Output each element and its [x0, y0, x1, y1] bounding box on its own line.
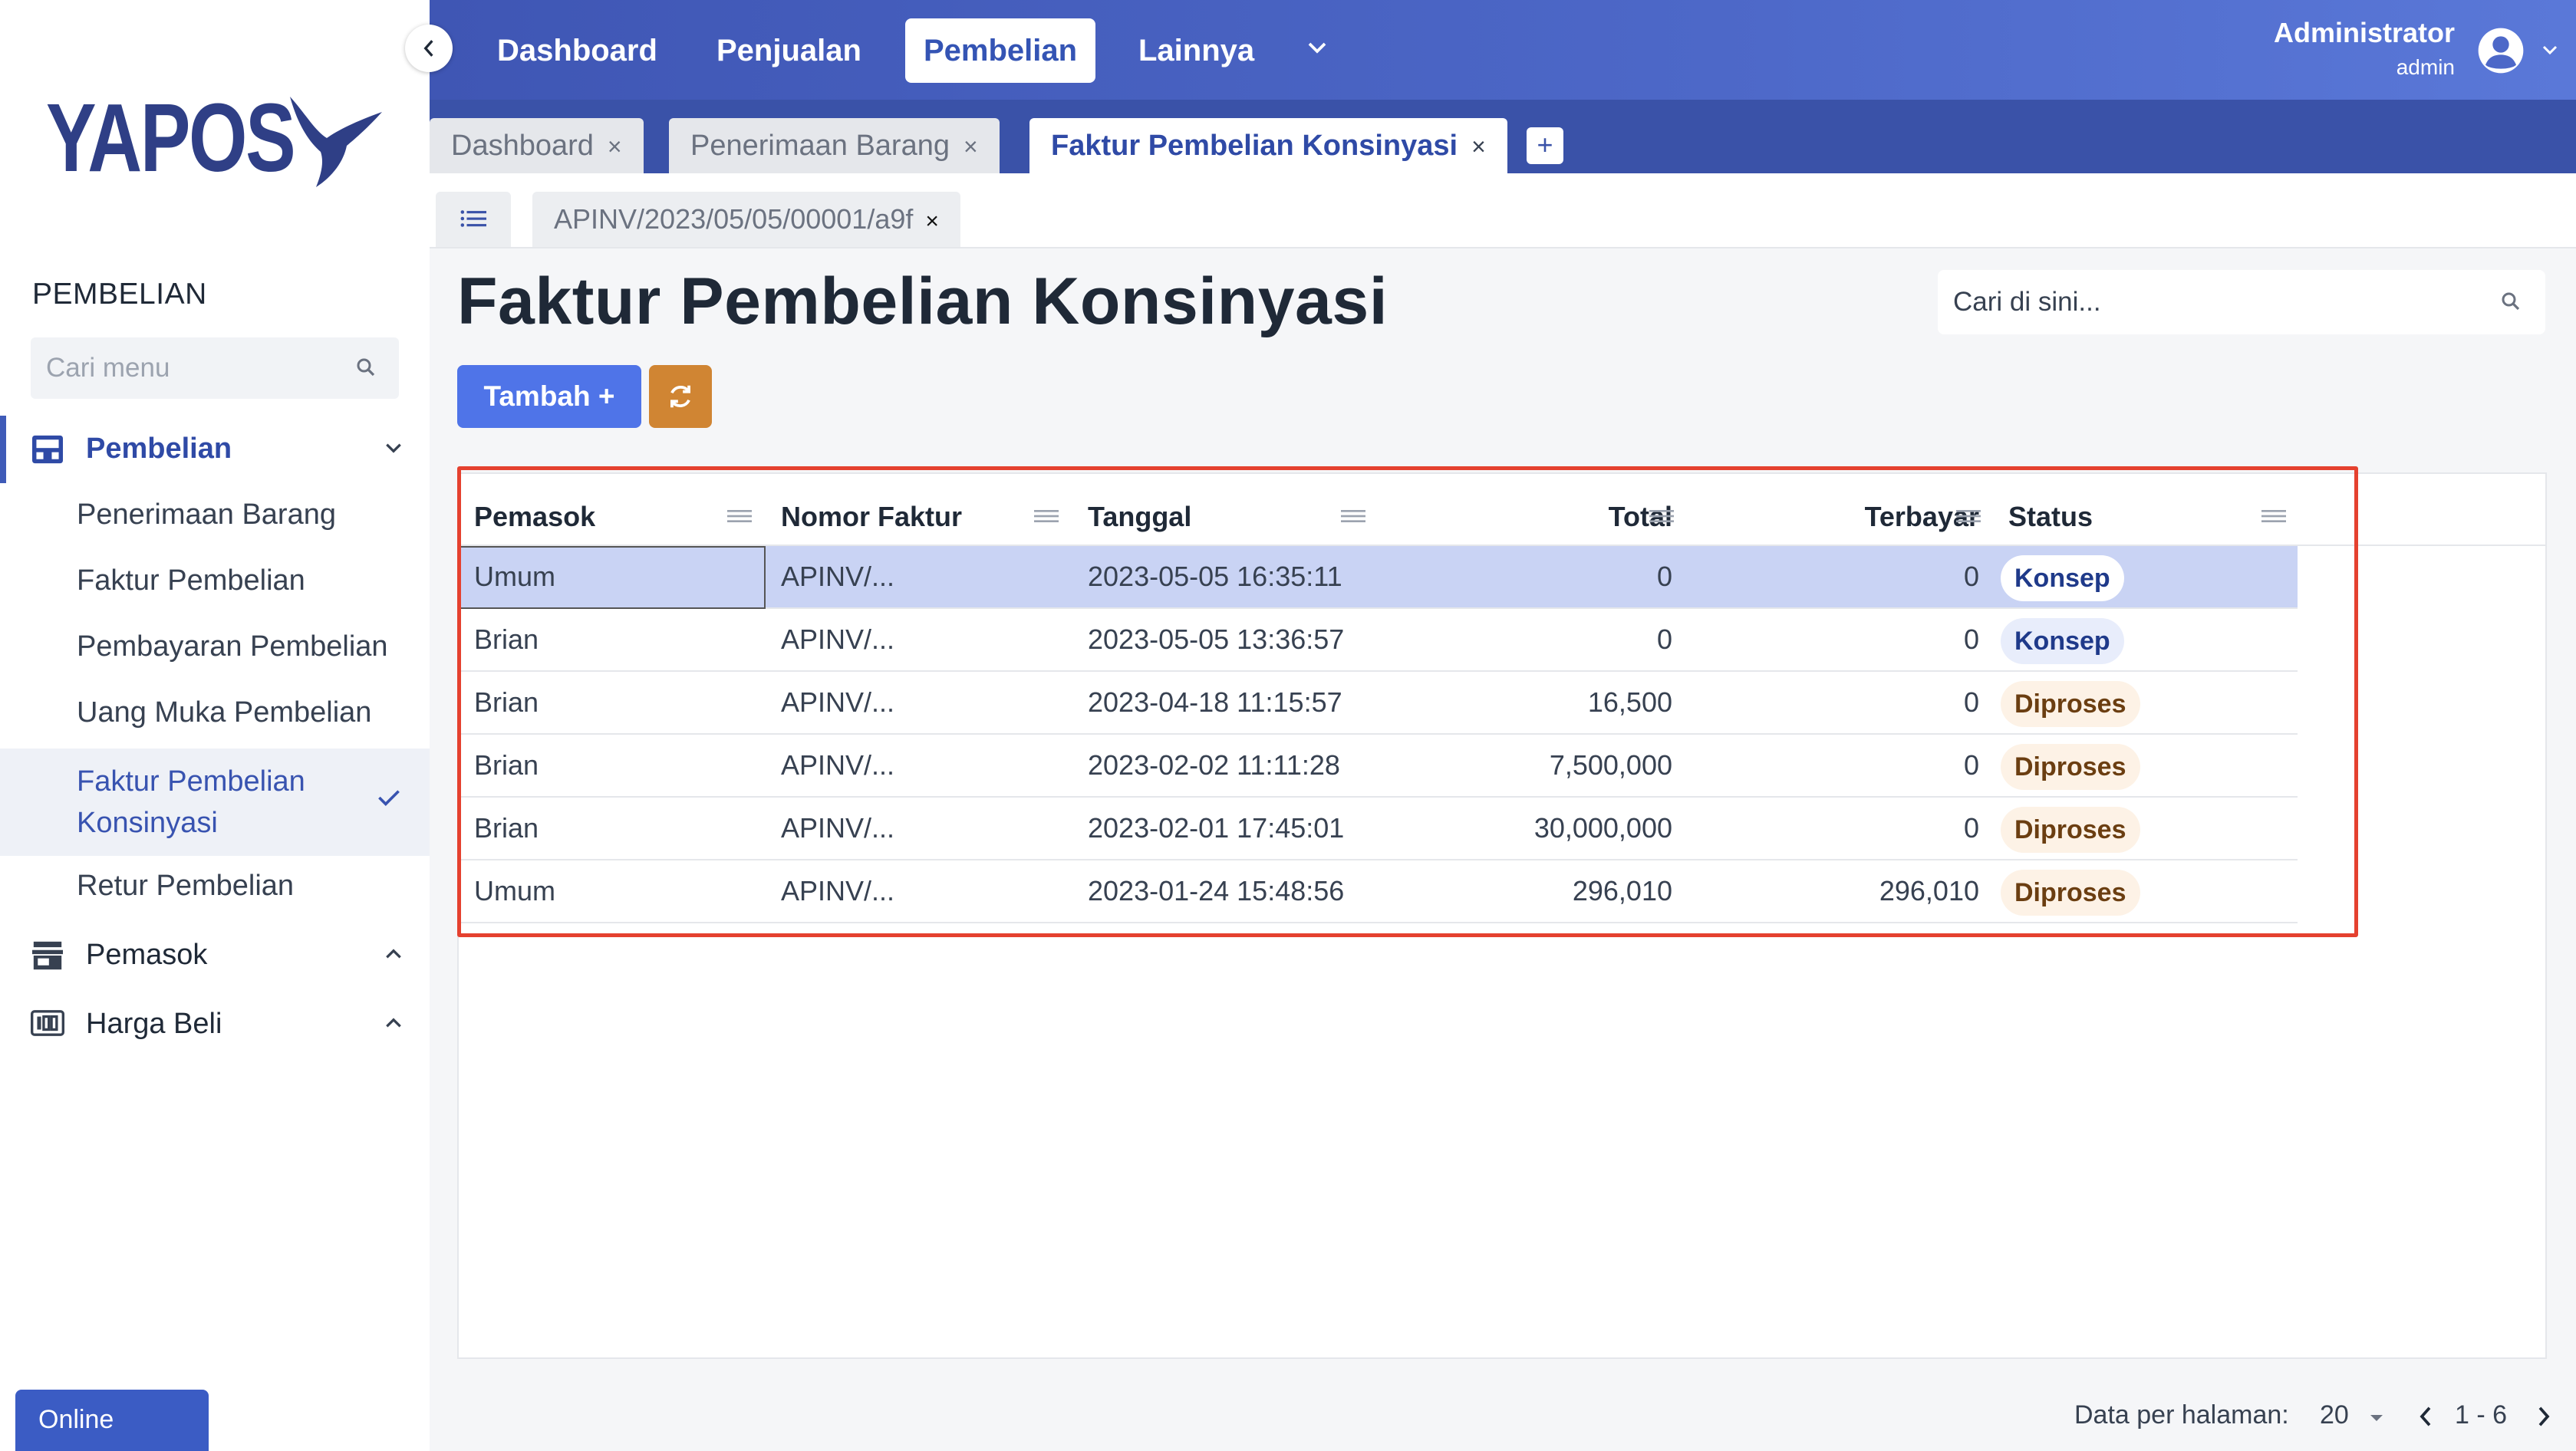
top-navbar: Dashboard Penjualan Pembelian Lainnya Ad…: [430, 0, 2576, 100]
sidebar-item-label: Penerimaan Barang: [77, 498, 336, 531]
topnav-lainnya[interactable]: Lainnya: [1120, 18, 1273, 83]
topnav-penjualan[interactable]: Penjualan: [698, 18, 880, 83]
brand-logo-text: YAPOS: [46, 84, 296, 192]
tab-label: Faktur Pembelian Konsinyasi: [1051, 130, 1458, 162]
sidebar-group-pembelian[interactable]: Pembelian: [0, 416, 430, 483]
close-icon[interactable]: ×: [1471, 133, 1486, 160]
refresh-button[interactable]: [649, 365, 712, 428]
search-icon: [357, 358, 375, 377]
pagination: Data per halaman: 20 1 - 6: [430, 1384, 2576, 1451]
inbox-icon: [32, 435, 63, 464]
search-icon: [2502, 292, 2520, 311]
add-tab-button[interactable]: +: [1527, 127, 1563, 164]
rows-per-page-label: Data per halaman:: [2074, 1400, 2289, 1430]
collapse-sidebar-button[interactable]: [405, 25, 453, 72]
chevron-up-icon: [386, 949, 401, 959]
sidebar-heading: PEMBELIAN: [32, 278, 207, 311]
caret-down-icon[interactable]: [2369, 1413, 2384, 1423]
tab-faktur-pembelian-konsinyasi[interactable]: Faktur Pembelian Konsinyasi ×: [1029, 118, 1507, 173]
search-placeholder: Cari di sini...: [1953, 287, 2101, 317]
store-icon: [32, 941, 63, 970]
price-tag-icon: [31, 1010, 64, 1036]
check-icon: [378, 790, 400, 806]
list-view-button[interactable]: [436, 192, 511, 247]
main-content: Faktur Pembelian Konsinyasi Cari di sini…: [430, 248, 2576, 1451]
sidebar-group-pemasok[interactable]: Pemasok: [0, 922, 430, 989]
document-tab-bar: APINV/2023/05/05/00001/a9f ×: [430, 173, 2576, 248]
document-tab-label: APINV/2023/05/05/00001/a9f: [554, 203, 914, 235]
chevron-left-icon: [423, 40, 433, 57]
refresh-icon: [670, 385, 690, 408]
tab-label: Dashboard: [451, 130, 594, 162]
highlight-annotation-box: [457, 466, 2358, 937]
page-range: 1 - 6: [2455, 1400, 2508, 1430]
bird-logo-icon: [290, 97, 382, 187]
sidebar-group-label: Harga Beli: [86, 1008, 222, 1040]
sidebar-group-harga-beli[interactable]: Harga Beli: [0, 991, 430, 1058]
user-name: Administrator: [2273, 17, 2455, 48]
page-title: Faktur Pembelian Konsinyasi: [457, 265, 1388, 338]
online-status-button[interactable]: Online: [15, 1390, 209, 1451]
tab-dashboard[interactable]: Dashboard ×: [430, 118, 644, 173]
tab-penerimaan-barang[interactable]: Penerimaan Barang ×: [669, 118, 1000, 173]
close-icon[interactable]: ×: [925, 209, 939, 234]
brand-logo[interactable]: YAPOS: [46, 84, 399, 192]
close-icon[interactable]: ×: [964, 133, 978, 160]
sidebar-item-faktur-pembelian-konsinyasi[interactable]: Faktur Pembelian Konsinyasi: [0, 749, 430, 856]
chevron-down-icon[interactable]: [1306, 40, 1329, 55]
document-tab[interactable]: APINV/2023/05/05/00001/a9f ×: [532, 192, 960, 247]
list-icon: [460, 210, 486, 227]
topnav-dashboard[interactable]: Dashboard: [479, 18, 676, 83]
sidebar-item-label: Faktur Pembelian Konsinyasi: [77, 765, 305, 839]
sidebar-group-label: Pembelian: [86, 433, 232, 465]
sidebar-item-label: Retur Pembelian: [77, 870, 295, 902]
chevron-down-icon: [386, 443, 401, 453]
sidebar: YAPOS PEMBELIAN Cari menu Pembelian Pene…: [0, 0, 430, 1451]
tab-label: Penerimaan Barang: [690, 130, 950, 162]
search-input[interactable]: Cari di sini...: [1938, 270, 2545, 334]
chevron-up-icon: [386, 1018, 401, 1028]
chevron-left-icon[interactable]: [2418, 1405, 2433, 1428]
sidebar-group-label: Pemasok: [86, 939, 208, 971]
chevron-down-icon[interactable]: [2541, 43, 2559, 57]
chevron-right-icon[interactable]: [2536, 1405, 2551, 1428]
active-indicator: [0, 416, 6, 483]
close-icon[interactable]: ×: [608, 133, 622, 160]
sidebar-item-label: Uang Muka Pembelian: [77, 696, 372, 729]
add-button[interactable]: Tambah +: [457, 365, 641, 428]
sidebar-item-label: Pembayaran Pembelian: [77, 630, 388, 663]
window-tab-strip: Dashboard × Penerimaan Barang × Faktur Pem…: [430, 100, 2576, 173]
menu-search-placeholder: Cari menu: [46, 353, 170, 383]
sidebar-item-label: Faktur Pembelian: [77, 564, 305, 597]
user-avatar-icon[interactable]: [2476, 26, 2525, 75]
topnav-pembelian[interactable]: Pembelian: [905, 18, 1096, 83]
rows-per-page-select[interactable]: 20: [2320, 1400, 2349, 1430]
menu-search-input[interactable]: Cari menu: [31, 337, 399, 399]
user-role: admin: [2396, 55, 2455, 79]
